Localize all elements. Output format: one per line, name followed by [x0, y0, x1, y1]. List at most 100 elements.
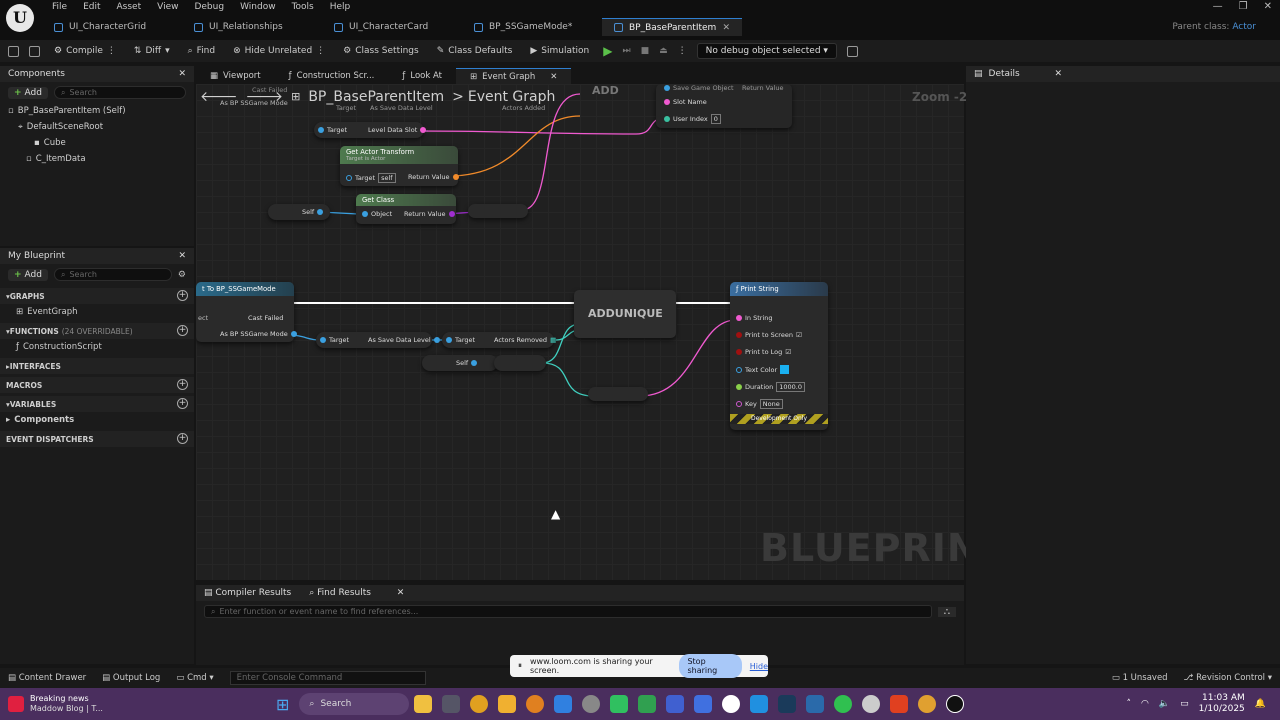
add-macro-icon[interactable]: + — [177, 379, 188, 390]
clock[interactable]: 11:03 AM 1/10/2025 — [1199, 693, 1245, 715]
minimize-icon[interactable]: — — [1213, 1, 1223, 12]
app-icon[interactable] — [750, 695, 769, 713]
stop-sharing-button[interactable]: Stop sharing — [679, 654, 742, 678]
checkbox-checked-icon[interactable]: ☑ — [796, 331, 802, 339]
debug-object-select[interactable]: No debug object selected ▾ — [696, 43, 837, 59]
notepad-icon[interactable] — [666, 695, 685, 713]
menu-window[interactable]: Window — [232, 2, 284, 14]
restore-icon[interactable]: ❐ — [1239, 1, 1248, 12]
menu-view[interactable]: View — [149, 2, 186, 14]
battery-icon[interactable]: ▭ — [1180, 699, 1189, 709]
reroute-node[interactable] — [494, 355, 546, 371]
target-pin[interactable] — [318, 127, 324, 133]
steam-icon[interactable] — [778, 695, 797, 713]
unreal-engine-icon[interactable] — [946, 695, 965, 713]
parent-class-value[interactable]: Actor — [1232, 22, 1256, 32]
checkbox-checked-icon[interactable]: ☑ — [785, 348, 791, 356]
binoculars-icon[interactable]: ⛬ — [937, 606, 956, 617]
menu-file[interactable]: File — [44, 2, 75, 14]
chevron-up-icon[interactable]: ˄ — [1127, 699, 1132, 709]
news-widget[interactable]: Breaking news Maddow Blog | T... — [0, 694, 250, 714]
set-level-data-slot-node[interactable]: Target Level Data Slot — [314, 122, 427, 138]
key-field[interactable]: None — [759, 399, 783, 409]
notifications-icon[interactable]: 🔔 — [1255, 699, 1266, 709]
find-results-input[interactable]: ⌕ Enter function or event name to find re… — [204, 605, 932, 618]
tab-event-graph[interactable]: ⊞ Event Graph ✕ — [455, 68, 572, 84]
unreal-logo-icon[interactable]: U — [6, 4, 34, 32]
wifi-icon[interactable]: ◠ — [1141, 699, 1149, 709]
add-member-button[interactable]: + Add — [8, 268, 48, 281]
stop-icon[interactable]: ■ — [641, 46, 650, 56]
tab-ui-relationships[interactable]: UI_Relationships — [182, 18, 322, 36]
section-variables[interactable]: ▾ VARIABLES + — [0, 396, 194, 412]
graph-item-eventgraph[interactable]: ⊞ EventGraph — [0, 304, 194, 320]
tab-bp-ssgamemode[interactable]: BP_SSGameMode* — [462, 18, 602, 36]
make-array-node[interactable] — [468, 204, 528, 218]
app-icon[interactable] — [638, 695, 657, 713]
save-game-node[interactable]: Save Game Object Return Value Slot Name … — [656, 84, 792, 128]
play-icon[interactable]: ▶ — [603, 44, 612, 58]
variable-category-components[interactable]: ▸ Components — [0, 412, 194, 428]
close-icon[interactable]: ✕ — [722, 23, 730, 33]
unsaved-button[interactable]: ▭ 1 Unsaved — [1112, 673, 1168, 683]
hide-button[interactable]: Hide — [750, 662, 768, 671]
add-graph-icon[interactable]: + — [177, 290, 188, 301]
close-icon[interactable]: ✕ — [1054, 69, 1062, 79]
close-icon[interactable]: ✕ — [178, 69, 186, 79]
app-icon[interactable] — [694, 695, 713, 713]
target-self-field[interactable]: self — [378, 173, 396, 183]
section-macros[interactable]: MACROS + — [0, 377, 194, 393]
get-actors-removed-node[interactable]: Target Actors Removed ▦ — [442, 332, 556, 348]
tree-item-c-itemdata[interactable]: ▫ C_ItemData — [8, 151, 194, 167]
add-dispatcher-icon[interactable]: + — [177, 433, 188, 444]
blender-icon[interactable] — [526, 695, 545, 713]
output-pin[interactable] — [420, 127, 427, 133]
tab-look-at[interactable]: ƒ Look At — [388, 68, 456, 84]
close-icon[interactable]: ✕ — [550, 72, 557, 82]
eject-icon[interactable]: ⏏ — [659, 46, 668, 56]
tree-item-defaultsceneroot[interactable]: ⌖ DefaultSceneRoot — [8, 119, 194, 135]
add-variable-icon[interactable]: + — [177, 398, 188, 409]
add-component-button[interactable]: + Add — [8, 86, 48, 99]
event-graph-canvas[interactable]: As BP SSGame Mode Cast Failed Target Lev… — [196, 84, 964, 580]
app-icon[interactable] — [806, 695, 825, 713]
tab-ui-charactergrid[interactable]: UI_CharacterGrid — [42, 18, 182, 36]
widgets-icon[interactable] — [414, 695, 433, 713]
class-settings-button[interactable]: ⚙ Class Settings — [339, 46, 423, 56]
back-arrow-icon[interactable]: 🡐 — [200, 88, 238, 105]
user-index-field[interactable]: 0 — [710, 114, 721, 124]
menu-edit[interactable]: Edit — [75, 2, 108, 14]
app-icon[interactable] — [834, 695, 853, 713]
class-defaults-button[interactable]: ✎ Class Defaults — [433, 46, 517, 56]
tab-viewport[interactable]: ▦ Viewport — [196, 68, 275, 84]
get-save-data-level-node[interactable]: Target As Save Data Level — [316, 332, 440, 348]
windows-start-icon[interactable]: ⊞ — [276, 695, 289, 714]
tab-bp-baseparentitem[interactable]: BP_BaseParentItem ✕ — [602, 18, 742, 36]
tab-compiler-results[interactable]: ▤ Compiler Results — [204, 588, 291, 598]
tree-item-cube[interactable]: ▪ Cube — [8, 135, 194, 151]
cast-to-ssgamemode-node[interactable]: t To BP_SSGameMode ect Cast Failed As BP… — [196, 282, 297, 342]
blueprint-search-input[interactable]: ⌕ Search — [53, 268, 172, 281]
forward-arrow-icon[interactable]: 🡒 — [246, 88, 284, 105]
revision-control-button[interactable]: ⎇ Revision Control ▾ — [1184, 673, 1272, 683]
self-node[interactable]: Self — [268, 204, 330, 220]
section-functions[interactable]: ▾ FUNCTIONS (24 OVERRIDABLE) + — [0, 323, 194, 339]
section-event-dispatchers[interactable]: EVENT DISPATCHERS + — [0, 431, 194, 447]
color-swatch[interactable] — [780, 365, 790, 374]
app-icon[interactable] — [862, 695, 881, 713]
get-class-node[interactable]: Get Class Object Return Value — [356, 194, 456, 224]
output-log-button[interactable]: ▤ Output Log — [102, 673, 160, 683]
function-item-constructionscript[interactable]: ƒ ConstructionScript — [0, 339, 194, 355]
close-window-icon[interactable]: ✕ — [1264, 1, 1272, 12]
section-interfaces[interactable]: ▸ INTERFACES — [0, 358, 194, 374]
app-icon[interactable] — [554, 695, 573, 713]
cmd-button[interactable]: ▭ Cmd ▾ — [176, 673, 213, 683]
breadcrumb-root[interactable]: BP_BaseParentItem — [308, 89, 444, 105]
section-graphs[interactable]: ▾ GRAPHS + — [0, 288, 194, 304]
add-node-label[interactable]: ADD — [592, 84, 619, 97]
compile-button[interactable]: ⚙ Compile ⋮ — [50, 46, 120, 56]
app-icon[interactable] — [610, 695, 629, 713]
file-explorer-icon[interactable] — [498, 695, 517, 713]
to-string-node[interactable] — [588, 387, 648, 401]
menu-asset[interactable]: Asset — [109, 2, 150, 14]
